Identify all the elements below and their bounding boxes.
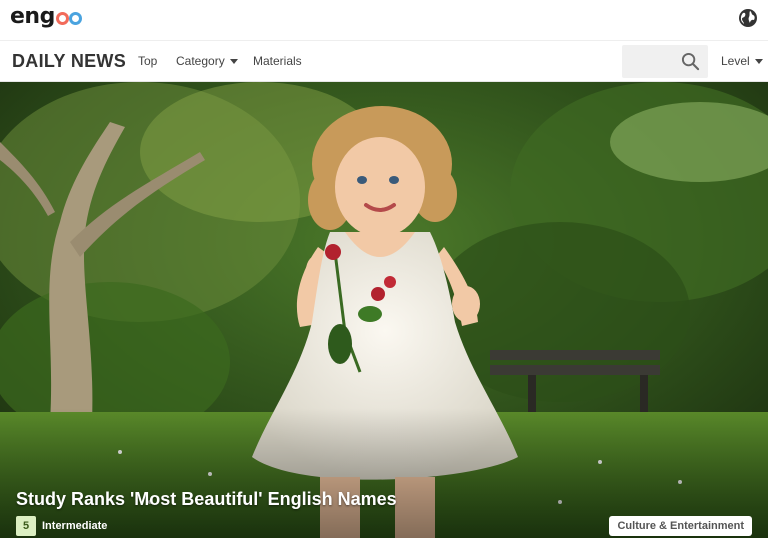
logo-o-red [55,12,69,25]
article-title[interactable]: Study Ranks 'Most Beautiful' English Nam… [16,489,397,510]
nav-top-link[interactable]: Top [138,54,157,68]
chevron-down-icon [754,59,763,65]
logo-text-eng: eng [10,4,55,29]
level-label: Level [721,54,750,68]
nav-bar: DAILY NEWS Top Category Materials Level [0,40,768,82]
logo-o-blue [68,12,82,25]
nav-materials-link[interactable]: Materials [253,54,302,68]
top-bar: eng [0,0,768,40]
category-tag[interactable]: Culture & Entertainment [609,516,752,536]
chevron-down-icon [229,59,238,65]
engoo-logo[interactable]: eng [10,4,82,29]
nav-category-dropdown[interactable]: Category [176,54,238,68]
level-dropdown[interactable]: Level [721,54,763,68]
search-icon[interactable] [681,52,700,71]
hero-article-card[interactable]: Study Ranks 'Most Beautiful' English Nam… [0,82,768,538]
level-name-label: Intermediate [42,520,108,532]
nav-category-label: Category [176,54,225,68]
search-input[interactable] [622,45,682,78]
level-number-badge: 5 [16,516,36,536]
search-box [622,45,708,78]
globe-icon[interactable] [738,8,758,28]
daily-news-brand[interactable]: DAILY NEWS [12,51,126,72]
